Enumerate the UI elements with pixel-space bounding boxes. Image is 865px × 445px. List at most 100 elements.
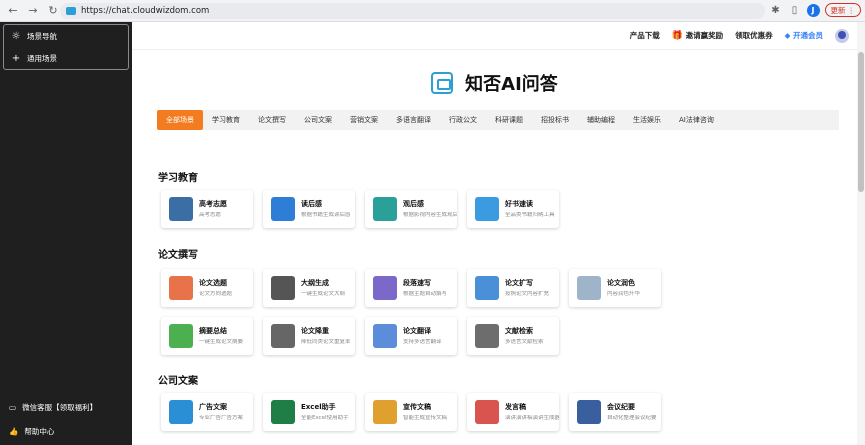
scene-card-icon [475, 276, 499, 300]
sidebar-item-wechat-support[interactable]: ▭ 微信客服【领取福利】 [0, 397, 132, 417]
tab-item[interactable]: 论文撰写 [249, 110, 295, 130]
scene-card-text: 会议纪要 自动化整理会议纪要 [607, 402, 657, 422]
scene-card[interactable]: 段落速写 根据主题自动撰写 [365, 269, 457, 307]
scene-card-desc: 全能Excel使用助手 [301, 415, 349, 422]
scene-card-text: 好书速读 全品类书籍归纳工具 [505, 199, 555, 219]
scene-card-title: 好书速读 [505, 200, 533, 209]
scene-card-title: 论文扩写 [505, 279, 533, 288]
scene-card[interactable]: 论文降重 降低同类论文重复率 [263, 317, 355, 355]
scene-card[interactable]: 宣传文稿 智能生成宣传文稿 [365, 393, 457, 431]
tab-item[interactable]: 多语言翻译 [387, 110, 440, 130]
scene-card-icon [577, 276, 601, 300]
scene-card[interactable]: 高考志愿 高考志愿 [161, 190, 253, 228]
card-group-study: 高考志愿高考志愿读后感根据书籍生成读后感观后感根据影视内容生成观后感好书速读全品… [161, 190, 559, 228]
scene-card-text: 广告文案 专业广告广告方案 [199, 402, 243, 422]
tab-item[interactable]: 营销文案 [341, 110, 387, 130]
scene-card[interactable]: Excel助手 全能Excel使用助手 [263, 393, 355, 431]
scene-card-text: 摘要总结 一键生成论文摘要 [199, 326, 243, 346]
invite-label: 邀请赢奖励 [685, 31, 724, 40]
scene-card[interactable]: 论文扩写按照论文内容扩充 [467, 269, 559, 307]
scrollbar[interactable] [857, 22, 865, 445]
category-tabs: 全部场景 学习教育 论文撰写 公司文案 营销文案 多语言翻译 行政公文 科研课题 招投标书 辅助编… [157, 110, 839, 130]
gift-icon: 🎁 [671, 31, 683, 41]
chat-icon: ▭ [9, 402, 17, 412]
scene-card-icon [271, 324, 295, 348]
sidebar: ☼ 场景导航 + 通用场景 ▭ 微信客服【领取福利】 👍 帮助中心 [0, 22, 132, 445]
scene-card-icon [169, 276, 193, 300]
scrollbar-thumb[interactable] [858, 52, 864, 192]
scene-card-icon [373, 197, 397, 221]
scene-card-icon [271, 276, 295, 300]
card-group-thesis-row2: 摘要总结 一键生成论文摘要 论文降重 降低同类论文重复率 论文翻译 支持多语言翻译 文献检索… [161, 317, 559, 355]
scene-card[interactable]: 观后感根据影视内容生成观后感 [365, 190, 457, 228]
scene-card[interactable]: 摘要总结 一键生成论文摘要 [161, 317, 253, 355]
scene-card[interactable]: 大纲生成 一键生成论文大纲 [263, 269, 355, 307]
plus-icon: + [11, 52, 21, 64]
forward-icon[interactable]: → [26, 4, 40, 18]
scene-card[interactable]: 文献检索 多语言文献检索 [467, 317, 559, 355]
tab-item[interactable]: AI法律咨询 [670, 110, 723, 130]
extensions-icon[interactable]: ✱ [769, 5, 783, 16]
scene-card-title: 观后感 [403, 200, 424, 209]
scene-card-icon [475, 324, 499, 348]
scene-card[interactable]: 论文选题 论文方向选题 [161, 269, 253, 307]
page-header: 知否AI问答 [132, 70, 857, 96]
scene-card-desc: 内容润色升华 [607, 291, 641, 298]
scene-card-icon [373, 400, 397, 424]
card-group-thesis-row1: 论文选题 论文方向选题 大纲生成 一键生成论文大纲 段落速写 根据主题自动撰写 论文扩写 按照… [161, 269, 661, 307]
scene-card-title: 论文润色 [607, 279, 635, 288]
scene-card-title: 读后感 [301, 200, 322, 209]
scene-card-title: 段落速写 [403, 279, 431, 288]
scene-card-title: 会议纪要 [607, 403, 635, 412]
tab-item[interactable]: 科研课题 [486, 110, 532, 130]
browser-toolbar: ← → ↻ https://chat.cloudwizdom.com ✱ ▯ J… [0, 0, 865, 22]
sidebar-item-scene-nav[interactable]: ☼ 场景导航 [4, 25, 128, 47]
reload-icon[interactable]: ↻ [46, 4, 60, 18]
scene-card[interactable]: 论文润色内容润色升华 [569, 269, 661, 307]
scene-card-desc: 专业广告广告方案 [199, 415, 244, 422]
scene-card[interactable]: 发言稿 演讲演讲稿演讲生成器 [467, 393, 559, 431]
user-avatar[interactable] [835, 28, 849, 43]
profile-avatar[interactable]: J [806, 3, 820, 17]
tab-item[interactable]: 学习教育 [203, 110, 249, 130]
scene-card-icon [169, 197, 193, 221]
sidebar-item-help[interactable]: 👍 帮助中心 [0, 421, 132, 441]
scene-card-icon [577, 400, 601, 424]
vip-label: 开通会员 [793, 31, 823, 40]
scene-card[interactable]: 会议纪要 自动化整理会议纪要 [569, 393, 661, 431]
sidepanel-icon[interactable]: ▯ [788, 5, 802, 16]
sidebar-item-general[interactable]: + 通用场景 [4, 47, 128, 69]
tab-item[interactable]: 全部场景 [157, 110, 203, 130]
scene-card[interactable]: 论文翻译 支持多语言翻译 [365, 317, 457, 355]
download-link[interactable]: 产品下载 [630, 30, 660, 41]
tab-item[interactable]: 生活娱乐 [624, 110, 670, 130]
scene-card-text: 发言稿 演讲演讲稿演讲生成器 [505, 402, 559, 422]
scene-card-desc: 一键生成论文大纲 [301, 291, 346, 298]
scene-card-desc: 根据影视内容生成观后感 [403, 212, 457, 219]
invite-link[interactable]: 🎁 邀请赢奖励 [672, 30, 723, 41]
tab-item[interactable]: 公司文案 [295, 110, 341, 130]
scene-card[interactable]: 好书速读 全品类书籍归纳工具 [467, 190, 559, 228]
back-icon[interactable]: ← [6, 4, 20, 18]
scene-card[interactable]: 读后感 根据书籍生成读后感 [263, 190, 355, 228]
coupon-link[interactable]: 领取优惠券 [735, 30, 773, 41]
sidebar-nav-group: ☼ 场景导航 + 通用场景 [3, 24, 129, 70]
scene-card-icon [271, 400, 295, 424]
tab-item[interactable]: 行政公文 [440, 110, 486, 130]
card-group-company: 广告文案 专业广告广告方案 Excel助手 全能Excel使用助手 宣传文稿 智能生成宣传… [161, 393, 661, 431]
scene-card-text: 论文降重 降低同类论文重复率 [301, 326, 351, 346]
address-bar[interactable]: https://chat.cloudwizdom.com [60, 3, 765, 19]
sidebar-item-label: 帮助中心 [24, 426, 55, 436]
tab-item[interactable]: 招投标书 [532, 110, 578, 130]
update-button[interactable]: 更新 ⋮ [824, 3, 861, 17]
tab-item[interactable]: 辅助编程 [578, 110, 624, 130]
scene-card-title: 摘要总结 [199, 327, 227, 336]
scene-card-icon [169, 324, 193, 348]
vip-link[interactable]: ◆ 开通会员 [785, 30, 823, 41]
scene-card[interactable]: 广告文案 专业广告广告方案 [161, 393, 253, 431]
section-title-study: 学习教育 [158, 173, 198, 184]
scene-card-desc: 论文方向选题 [199, 291, 233, 298]
scene-card-desc: 按照论文内容扩充 [505, 291, 550, 298]
scene-card-icon [373, 276, 397, 300]
sidebar-item-label: 微信客服【领取福利】 [22, 402, 98, 412]
